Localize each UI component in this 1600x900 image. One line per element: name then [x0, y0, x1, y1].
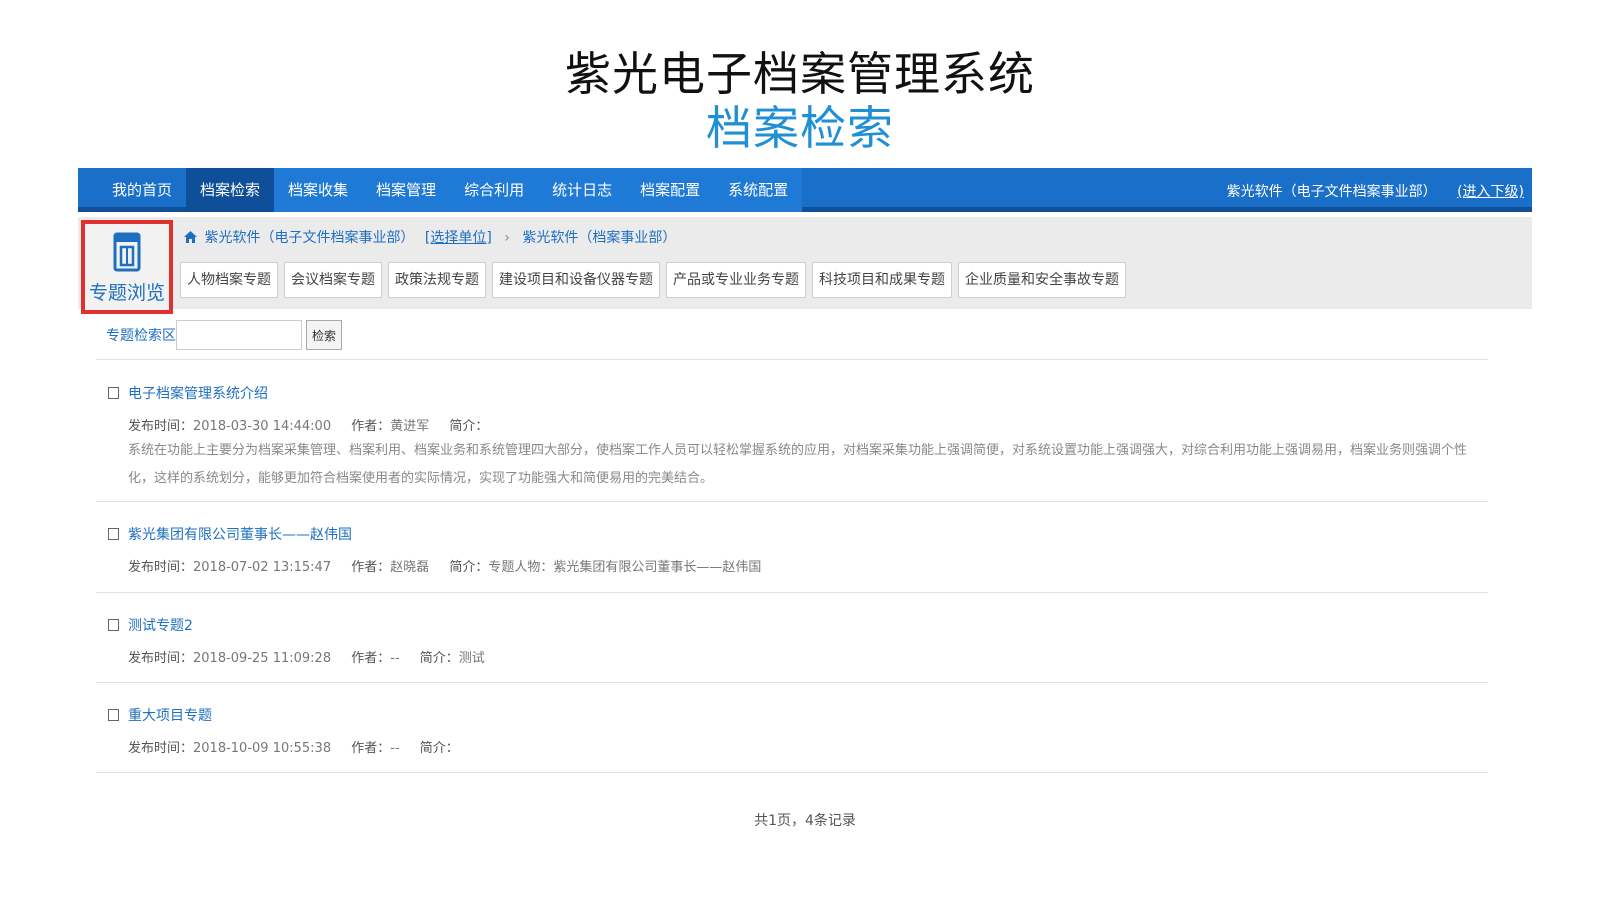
- nav-org-area: 紫光软件（电子文件档案事业部） (进入下级): [1227, 168, 1524, 212]
- summary-label: 简介：: [449, 560, 489, 575]
- record-author: --: [390, 741, 400, 756]
- time-label: 发布时间：: [128, 560, 194, 575]
- divider: [96, 592, 1488, 593]
- record-meta: 发布时间：2018-07-02 13:15:47 作者：赵晓磊 简介：专题人物：…: [128, 556, 761, 575]
- record-time: 2018-10-09 10:55:38: [193, 741, 332, 756]
- record-checkbox[interactable]: [108, 528, 119, 540]
- nav-item-archive-config[interactable]: 档案配置: [626, 168, 715, 212]
- list-item: 重大项目专题 发布时间：2018-10-09 10:55:38 作者：-- 简介…: [108, 705, 1468, 765]
- search-button[interactable]: 检索: [306, 320, 342, 350]
- book-icon: [113, 232, 141, 272]
- list-item: 紫光集团有限公司董事长——赵伟国 发布时间：2018-07-02 13:15:4…: [108, 524, 1468, 584]
- nav-org-name: 紫光软件（电子文件档案事业部）: [1226, 184, 1437, 200]
- list-item: 测试专题2 发布时间：2018-09-25 11:09:28 作者：-- 简介：…: [108, 615, 1468, 675]
- breadcrumb-current[interactable]: 紫光软件（档案事业部）: [522, 230, 676, 246]
- divider: [96, 772, 1488, 773]
- record-author: 赵晓磊: [390, 560, 430, 575]
- slide-title: 紫光电子档案管理系统: [565, 47, 1035, 101]
- record-description: 系统在功能上主要分为档案采集管理、档案利用、档案业务和系统管理四大部分，使档案工…: [128, 443, 1468, 486]
- record-title[interactable]: 紫光集团有限公司董事长——赵伟国: [128, 524, 352, 544]
- record-checkbox[interactable]: [108, 619, 119, 631]
- record-checkbox[interactable]: [108, 387, 119, 399]
- record-time: 2018-03-30 14:44:00: [193, 419, 332, 434]
- nav-menu: 我的首页 档案检索 档案收集 档案管理 综合利用 统计日志 档案配置 系统配置: [98, 168, 803, 212]
- select-unit-link[interactable]: [选择单位]: [425, 230, 492, 246]
- list-item: 电子档案管理系统介绍 发布时间：2018-03-30 14:44:00 作者：黄…: [108, 383, 1468, 493]
- home-icon: [184, 231, 197, 243]
- breadcrumb: 紫光软件（电子文件档案事业部） [选择单位] › 紫光软件（档案事业部）: [184, 228, 676, 248]
- nav-item-archive-collect[interactable]: 档案收集: [274, 168, 363, 212]
- record-title[interactable]: 电子档案管理系统介绍: [128, 383, 268, 403]
- divider: [96, 501, 1488, 502]
- record-time: 2018-07-02 13:15:47: [193, 560, 332, 575]
- topic-tab-person[interactable]: 人物档案专题: [180, 262, 278, 298]
- nav-item-statistics-log[interactable]: 统计日志: [538, 168, 627, 212]
- record-author: 黄进军: [390, 419, 430, 434]
- enter-subunit-link[interactable]: (进入下级): [1457, 184, 1524, 200]
- topic-tab-product[interactable]: 产品或专业业务专题: [666, 262, 806, 298]
- topic-tab-construction[interactable]: 建设项目和设备仪器专题: [492, 262, 660, 298]
- author-label: 作者：: [351, 560, 391, 575]
- author-label: 作者：: [351, 651, 391, 666]
- special-browse-button[interactable]: 专题浏览: [81, 220, 173, 314]
- time-label: 发布时间：: [128, 419, 194, 434]
- breadcrumb-separator: ›: [504, 230, 510, 246]
- divider: [96, 682, 1488, 683]
- author-label: 作者：: [351, 741, 391, 756]
- record-time: 2018-09-25 11:09:28: [193, 651, 332, 666]
- time-label: 发布时间：: [128, 741, 194, 756]
- divider: [96, 359, 1488, 360]
- record-title[interactable]: 重大项目专题: [128, 705, 212, 725]
- special-browse-label: 专题浏览: [88, 282, 165, 304]
- nav-item-system-config[interactable]: 系统配置: [714, 168, 803, 212]
- record-meta: 发布时间：2018-03-30 14:44:00 作者：黄进军 简介：: [128, 415, 488, 434]
- topic-tab-policy[interactable]: 政策法规专题: [388, 262, 486, 298]
- record-meta: 发布时间：2018-10-09 10:55:38 作者：-- 简介：: [128, 737, 459, 756]
- record-meta: 发布时间：2018-09-25 11:09:28 作者：-- 简介：测试: [128, 647, 485, 666]
- topic-search-input[interactable]: [176, 320, 302, 350]
- breadcrumb-org[interactable]: 紫光软件（电子文件档案事业部）: [204, 230, 414, 246]
- record-title[interactable]: 测试专题2: [128, 615, 193, 635]
- topic-tab-technology[interactable]: 科技项目和成果专题: [812, 262, 952, 298]
- author-label: 作者：: [351, 419, 391, 434]
- app-window: 我的首页 档案检索 档案收集 档案管理 综合利用 统计日志 档案配置 系统配置 …: [78, 168, 1532, 868]
- slide-subtitle: 档案检索: [706, 101, 894, 155]
- record-summary: 专题人物：紫光集团有限公司董事长——赵伟国: [488, 560, 762, 575]
- nav-item-comprehensive-use[interactable]: 综合利用: [450, 168, 539, 212]
- summary-label: 简介：: [419, 741, 459, 756]
- topic-search-label: 专题检索区: [106, 328, 176, 344]
- nav-item-archive-search[interactable]: 档案检索: [186, 168, 275, 212]
- record-checkbox[interactable]: [108, 709, 119, 721]
- record-author: --: [390, 651, 400, 666]
- topic-tab-quality-safety[interactable]: 企业质量和安全事故专题: [958, 262, 1126, 298]
- summary-label: 简介：: [419, 651, 459, 666]
- time-label: 发布时间：: [128, 651, 194, 666]
- nav-item-home[interactable]: 我的首页: [98, 168, 186, 212]
- topic-tabs: 人物档案专题 会议档案专题 政策法规专题 建设项目和设备仪器专题 产品或专业业务…: [180, 262, 1132, 298]
- top-navigation-bar: 我的首页 档案检索 档案收集 档案管理 综合利用 统计日志 档案配置 系统配置 …: [78, 168, 1532, 212]
- summary-label: 简介：: [449, 419, 489, 434]
- nav-item-archive-manage[interactable]: 档案管理: [362, 168, 451, 212]
- topic-tab-meeting[interactable]: 会议档案专题: [284, 262, 382, 298]
- record-summary: 测试: [458, 651, 485, 666]
- pagination-info: 共1页，4条记录: [754, 813, 856, 829]
